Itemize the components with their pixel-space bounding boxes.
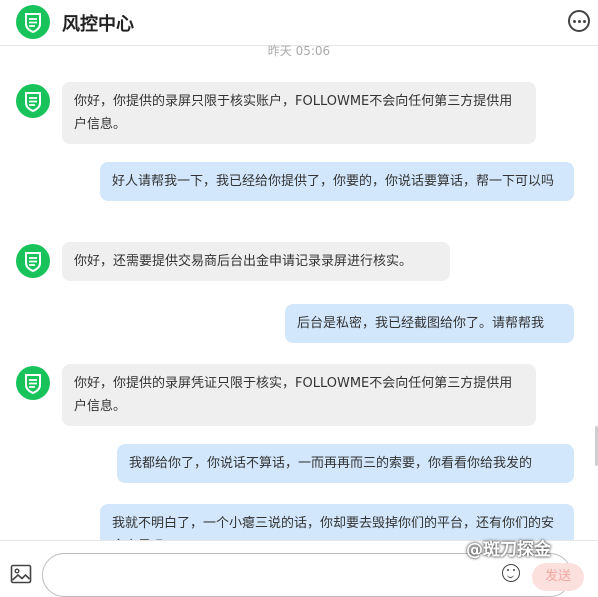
emoji-icon[interactable] <box>502 564 520 582</box>
message-bubble-incoming: 你好，你提供的录屏只限于核实账户，FOLLOWME不会向任何第三方提供用户信息。 <box>62 82 536 144</box>
message-bubble-incoming: 你好，还需要提供交易商后台出金申请记录录屏进行核实。 <box>62 242 450 281</box>
send-button[interactable]: 发送 <box>532 563 584 591</box>
chat-header: 风控中心 <box>0 0 598 46</box>
watermark: @斑刀探金 <box>466 540 551 560</box>
message-input[interactable] <box>59 560 503 592</box>
message-bubble-outgoing: 后台是私密，我已经截图给你了。请帮帮我 <box>285 304 574 343</box>
support-avatar-icon <box>16 366 50 400</box>
message-bubble-outgoing: 我都给你了，你说话不算话，一而再再而三的索要，你看看你给我发的 <box>117 444 574 483</box>
message-list[interactable]: 你好，你提供的录屏只限于核实账户，FOLLOWME不会向任何第三方提供用户信息。… <box>0 46 598 540</box>
message-bubble-incoming: 你好，你提供的录屏凭证只限于核实，FOLLOWME不会向任何第三方提供用户信息。 <box>62 364 536 426</box>
support-avatar-icon <box>16 84 50 118</box>
support-avatar-icon <box>16 244 50 278</box>
image-upload-icon[interactable] <box>10 563 32 585</box>
message-bubble-outgoing: 好人请帮我一下，我已经给你提供了，你要的，你说话要算话，帮一下可以吗 <box>100 162 574 201</box>
more-icon[interactable] <box>568 10 590 32</box>
shield-logo-icon <box>16 5 50 39</box>
page-title: 风控中心 <box>62 14 134 35</box>
